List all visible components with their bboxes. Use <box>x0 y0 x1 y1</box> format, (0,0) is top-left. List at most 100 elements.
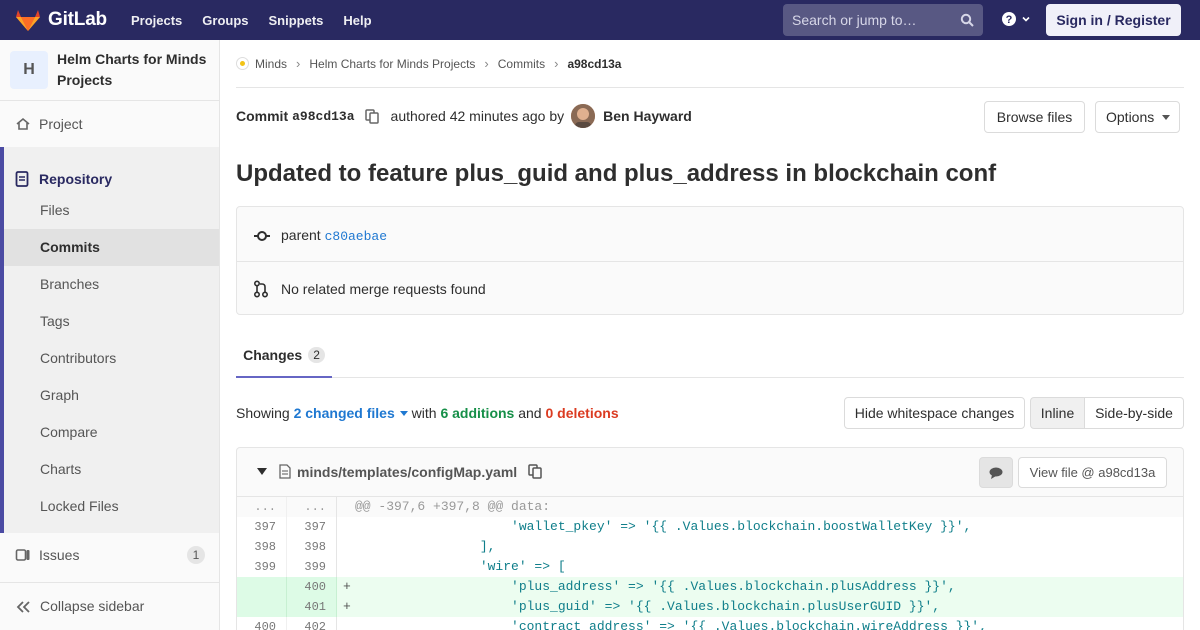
search-icon <box>960 13 974 27</box>
diff-line: 397 397 'wallet_pkey' => '{{ .Values.bloc… <box>237 517 1183 537</box>
diff-line: 400 402 'contract_address' => '{{ .Values… <box>237 617 1183 630</box>
side-by-side-view-button[interactable]: Side-by-side <box>1084 397 1184 429</box>
commit-info-box: parent c80aebae No related merge request… <box>236 206 1184 315</box>
code-line: 'plus_guid' => '{{ .Values.blockchain.pl… <box>355 599 941 614</box>
diff-marker <box>337 517 351 537</box>
document-icon <box>15 171 29 187</box>
home-icon <box>16 117 30 130</box>
parent-row: parent c80aebae <box>237 225 1183 245</box>
new-line-number[interactable]: 401 <box>287 597 337 617</box>
options-label: Options <box>1106 109 1155 125</box>
diff-line: 401 + 'plus_guid' => '{{ .Values.blockcha… <box>237 597 1183 617</box>
merge-requests-text: No related merge requests found <box>281 281 486 297</box>
options-dropdown[interactable]: Options <box>1095 101 1180 133</box>
commit-title: Updated to feature plus_guid and plus_ad… <box>236 160 997 187</box>
new-line-number[interactable]: 402 <box>287 617 337 630</box>
collapse-file-icon[interactable] <box>257 468 267 475</box>
caret-down-icon <box>399 410 408 416</box>
old-line-number[interactable]: 399 <box>237 557 287 577</box>
new-line-number[interactable]: 400 <box>287 577 337 597</box>
project-name: Helm Charts for Minds Projects <box>57 51 207 88</box>
copy-icon[interactable] <box>364 108 379 124</box>
sidebar-item-commits[interactable]: Commits <box>40 239 100 255</box>
sidebar-item-project[interactable]: Project <box>0 114 219 134</box>
sidebar-item-tags[interactable]: Tags <box>40 313 70 329</box>
old-line-number[interactable]: 397 <box>237 517 287 537</box>
nav-link-help[interactable]: Help <box>343 13 371 28</box>
commit-short-sha: a98cd13a <box>292 108 355 124</box>
new-line-number[interactable]: 398 <box>287 537 337 557</box>
new-line-number[interactable]: ... <box>287 497 337 517</box>
breadcrumb-item-commits[interactable]: Commits <box>498 57 545 71</box>
breadcrumb-item-project[interactable]: Helm Charts for Minds Projects <box>309 57 475 71</box>
gitlab-logo[interactable]: GitLab <box>16 9 107 31</box>
commit-icon <box>254 231 270 241</box>
sidebar-item-branches[interactable]: Branches <box>40 276 99 292</box>
code-line: 'plus_address' => '{{ .Values.blockchain… <box>355 579 956 594</box>
sidebar-repository-section <box>0 147 219 533</box>
sidebar-item-compare[interactable]: Compare <box>40 424 98 440</box>
help-dropdown[interactable]: ? <box>1001 11 1031 27</box>
breadcrumb-item-group[interactable]: Minds <box>255 57 287 71</box>
caret-down-icon <box>1162 115 1170 120</box>
gitlab-tanuki-icon <box>16 10 40 31</box>
diff-marker <box>337 497 351 517</box>
sidebar-item-files[interactable]: Files <box>40 202 70 218</box>
tab-label: Changes <box>243 347 303 363</box>
issues-icon <box>15 549 30 561</box>
diff-line: ...... @@ -397,6 +397,8 @@ data: <box>237 497 1183 517</box>
new-line-number[interactable]: 397 <box>287 517 337 537</box>
breadcrumb-current[interactable]: a98cd13a <box>567 57 621 71</box>
double-chevron-left-icon <box>16 601 30 613</box>
old-line-number[interactable] <box>237 597 287 617</box>
view-file-button[interactable]: View file @ a98cd13a <box>1018 457 1167 488</box>
sidebar-item-label: Repository <box>39 171 113 187</box>
svg-text:?: ? <box>1006 14 1013 26</box>
search-input[interactable]: Search or jump to… <box>783 4 983 36</box>
breadcrumb-separator: › <box>554 56 559 71</box>
nav-link-snippets[interactable]: Snippets <box>269 13 324 28</box>
showing-label: Showing <box>236 405 290 421</box>
with-label: with <box>411 405 437 421</box>
inline-view-button[interactable]: Inline <box>1030 397 1085 429</box>
sidebar-item-issues[interactable]: Issues 1 <box>0 545 219 565</box>
collapse-sidebar-label: Collapse sidebar <box>40 598 145 614</box>
changed-files-dropdown[interactable]: 2 changed files <box>294 405 395 421</box>
nav-link-groups[interactable]: Groups <box>202 13 248 28</box>
copy-icon[interactable] <box>528 464 542 479</box>
author-avatar[interactable] <box>571 104 596 128</box>
sidebar-item-label: Project <box>39 116 83 132</box>
parent-sha-link[interactable]: c80aebae <box>325 229 387 244</box>
group-avatar-icon <box>236 57 249 70</box>
sidebar-project-header[interactable]: H Helm Charts for Minds Projects <box>0 40 219 101</box>
tab-changes[interactable]: Changes 2 <box>236 334 332 378</box>
sidebar-item-repository[interactable]: Repository <box>0 168 219 190</box>
diff-marker <box>337 557 351 577</box>
file-header: minds/templates/configMap.yaml View file… <box>236 447 1184 496</box>
sidebar-item-charts[interactable]: Charts <box>40 461 81 477</box>
chevron-down-icon <box>1022 16 1030 22</box>
collapse-sidebar-button[interactable]: Collapse sidebar <box>0 582 219 630</box>
sidebar-item-contributors[interactable]: Contributors <box>40 350 116 366</box>
author-name[interactable]: Ben Hayward <box>603 108 692 124</box>
new-line-number[interactable]: 399 <box>287 557 337 577</box>
file-path[interactable]: minds/templates/configMap.yaml <box>297 464 517 480</box>
authored-text: authored 42 minutes ago by <box>390 108 565 124</box>
diff-marker <box>337 537 351 557</box>
diff-marker: + <box>343 579 351 594</box>
hide-whitespace-button[interactable]: Hide whitespace changes <box>844 397 1025 429</box>
commit-prefix: Commit <box>236 108 289 124</box>
old-line-number[interactable] <box>237 577 287 597</box>
sidebar-item-locked-files[interactable]: Locked Files <box>40 498 119 514</box>
comment-icon <box>989 467 1003 479</box>
browse-files-button[interactable]: Browse files <box>984 101 1085 133</box>
old-line-number[interactable]: ... <box>237 497 287 517</box>
code-line: 'wallet_pkey' => '{{ .Values.blockchain.… <box>355 519 972 534</box>
old-line-number[interactable]: 400 <box>237 617 287 630</box>
toggle-comments-button[interactable] <box>979 457 1013 488</box>
sign-in-button[interactable]: Sign in / Register <box>1046 4 1181 36</box>
parent-label: parent <box>281 226 321 243</box>
nav-link-projects[interactable]: Projects <box>131 13 182 28</box>
old-line-number[interactable]: 398 <box>237 537 287 557</box>
sidebar-item-graph[interactable]: Graph <box>40 387 79 403</box>
